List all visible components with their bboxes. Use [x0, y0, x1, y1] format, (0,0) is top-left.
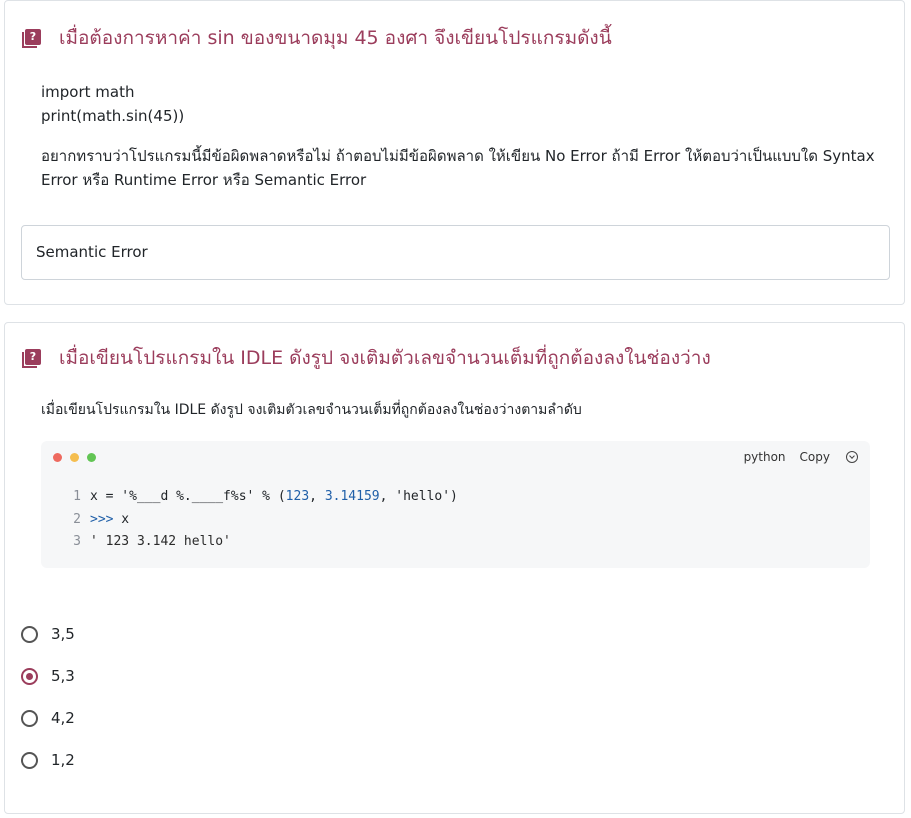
code-language-label: python: [743, 450, 786, 464]
radio-unchecked-icon[interactable]: [21, 625, 38, 643]
question-prompt-line-2: Error หรือ Runtime Error หรือ Semantic E…: [41, 171, 367, 189]
question-header-1: ? เมื่อต้องการหาค่า sin ของขนาดมุม 45 อง…: [22, 23, 612, 53]
radio-unchecked-icon[interactable]: [21, 751, 38, 769]
option-label: 5,3: [51, 667, 75, 685]
code-block: python Copy 1x = '%___d %.____f%s' % (12…: [41, 441, 870, 568]
option-label: 3,5: [51, 625, 75, 643]
question-mark-icon: ?: [22, 348, 41, 368]
question-header-2: ? เมื่อเขียนโปรแกรมใน IDLE ดังรูป จงเติม…: [22, 343, 711, 373]
question-title-2: เมื่อเขียนโปรแกรมใน IDLE ดังรูป จงเติมตั…: [59, 347, 711, 369]
option-label: 1,2: [51, 751, 75, 769]
option-radio-3[interactable]: 4,2: [21, 709, 75, 727]
question-prompt-line-1: อยากทราบว่าโปรแกรมนี้มีข้อผิดพลาดหรือไม่…: [41, 147, 875, 165]
question-prompt: เมื่อเขียนโปรแกรมใน IDLE ดังรูป จงเติมตั…: [41, 402, 582, 418]
question-title-1: เมื่อต้องการหาค่า sin ของขนาดมุม 45 องศา…: [59, 27, 612, 49]
code-line: 3 ' 123 3.142 hello': [73, 534, 231, 549]
window-maximize-dot: [87, 453, 96, 462]
code-line: 2 >>> x: [73, 511, 130, 527]
code-line-2: print(math.sin(45)): [41, 107, 185, 125]
question-mark-icon: ?: [22, 28, 41, 48]
window-minimize-dot: [70, 453, 79, 462]
code-toolbar: python Copy: [730, 450, 858, 464]
answer-input[interactable]: Semantic Error: [21, 225, 890, 280]
radio-checked-icon[interactable]: [21, 667, 38, 685]
question-card-1: ? เมื่อต้องการหาค่า sin ของขนาดมุม 45 อง…: [4, 0, 905, 305]
window-close-dot: [53, 453, 62, 462]
copy-button[interactable]: Copy: [800, 450, 830, 464]
question-card-2: ? เมื่อเขียนโปรแกรมใน IDLE ดังรูป จงเติม…: [4, 322, 905, 814]
radio-unchecked-icon[interactable]: [21, 709, 38, 727]
option-label: 4,2: [51, 709, 75, 727]
option-radio-1[interactable]: 3,5: [21, 625, 75, 643]
collapse-chevron-icon[interactable]: [846, 451, 858, 463]
code-lines: 1x = '%___d %.____f%s' % (123, 3.14159, …: [63, 486, 458, 554]
option-radio-4[interactable]: 1,2: [21, 751, 75, 769]
code-line-1: import math: [41, 83, 135, 101]
option-radio-2[interactable]: 5,3: [21, 667, 75, 685]
code-line: 1x = '%___d %.____f%s' % (123, 3.14159, …: [73, 489, 458, 504]
